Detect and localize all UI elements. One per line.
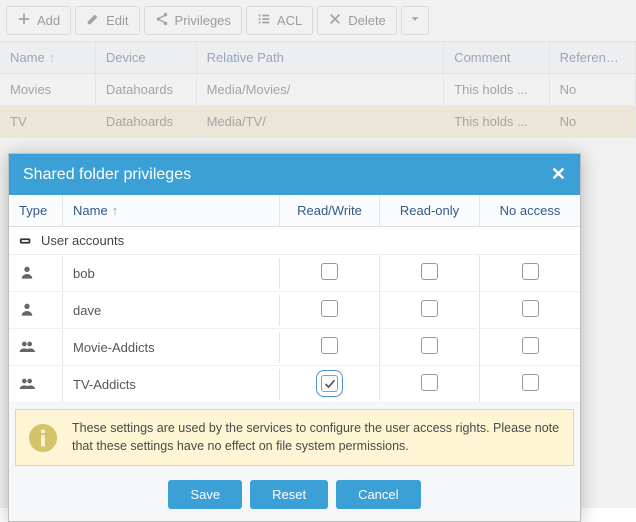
group-label: User accounts bbox=[41, 233, 124, 248]
privileges-header: Type Name↑ Read/Write Read-only No acces… bbox=[9, 195, 580, 227]
cell-readwrite[interactable] bbox=[280, 255, 380, 291]
privileges-rows: bob dave Movie-Addicts TV-Addicts bbox=[9, 255, 580, 403]
cell-noaccess[interactable] bbox=[480, 255, 580, 291]
cell-noaccess[interactable] bbox=[480, 366, 580, 402]
cell-readonly[interactable] bbox=[380, 329, 480, 365]
reset-button[interactable]: Reset bbox=[250, 480, 328, 509]
checkbox[interactable] bbox=[421, 263, 438, 280]
group-icon bbox=[9, 367, 63, 402]
privileges-dialog: Shared folder privileges ✕ Type Name↑ Re… bbox=[8, 153, 581, 522]
checkbox[interactable] bbox=[321, 263, 338, 280]
col-account-name[interactable]: Name↑ bbox=[63, 195, 280, 226]
cell-noaccess[interactable] bbox=[480, 292, 580, 328]
info-bar: These settings are used by the services … bbox=[15, 409, 574, 466]
dialog-title: Shared folder privileges bbox=[23, 166, 191, 184]
account-name: dave bbox=[63, 295, 280, 326]
privilege-row[interactable]: Movie-Addicts bbox=[9, 329, 580, 366]
account-name: bob bbox=[63, 258, 280, 289]
col-noaccess[interactable]: No access bbox=[480, 195, 580, 226]
checkbox[interactable] bbox=[522, 263, 539, 280]
account-name: TV-Addicts bbox=[63, 369, 280, 400]
group-toggle-row[interactable]: User accounts bbox=[9, 227, 580, 255]
privilege-row[interactable]: dave bbox=[9, 292, 580, 329]
checkbox[interactable] bbox=[522, 374, 539, 391]
user-icon bbox=[9, 256, 63, 291]
cancel-button[interactable]: Cancel bbox=[336, 480, 420, 509]
account-name: Movie-Addicts bbox=[63, 332, 280, 363]
col-type[interactable]: Type bbox=[9, 195, 63, 226]
checkbox[interactable] bbox=[421, 374, 438, 391]
user-icon bbox=[9, 293, 63, 328]
cell-readonly[interactable] bbox=[380, 255, 480, 291]
checkbox[interactable] bbox=[321, 337, 338, 354]
col-readonly[interactable]: Read-only bbox=[380, 195, 480, 226]
group-icon bbox=[9, 330, 63, 365]
dialog-header[interactable]: Shared folder privileges ✕ bbox=[9, 154, 580, 195]
col-readwrite[interactable]: Read/Write bbox=[280, 195, 380, 226]
save-button[interactable]: Save bbox=[168, 480, 242, 509]
collapse-icon bbox=[19, 234, 33, 248]
privilege-row[interactable]: bob bbox=[9, 255, 580, 292]
privilege-row[interactable]: TV-Addicts bbox=[9, 366, 580, 403]
info-icon bbox=[28, 423, 58, 453]
dialog-buttons: Save Reset Cancel bbox=[9, 472, 580, 521]
cell-readwrite[interactable] bbox=[280, 367, 380, 401]
cell-readonly[interactable] bbox=[380, 366, 480, 402]
cell-readonly[interactable] bbox=[380, 292, 480, 328]
checkbox[interactable] bbox=[421, 337, 438, 354]
cell-readwrite[interactable] bbox=[280, 329, 380, 365]
info-text: These settings are used by the services … bbox=[72, 420, 561, 455]
checkbox[interactable] bbox=[522, 300, 539, 317]
checkbox[interactable] bbox=[421, 300, 438, 317]
checkbox[interactable] bbox=[321, 375, 338, 392]
checkbox[interactable] bbox=[321, 300, 338, 317]
checkbox[interactable] bbox=[522, 337, 539, 354]
close-icon[interactable]: ✕ bbox=[551, 164, 566, 185]
cell-noaccess[interactable] bbox=[480, 329, 580, 365]
sort-asc-icon: ↑ bbox=[112, 203, 119, 218]
cell-readwrite[interactable] bbox=[280, 292, 380, 328]
